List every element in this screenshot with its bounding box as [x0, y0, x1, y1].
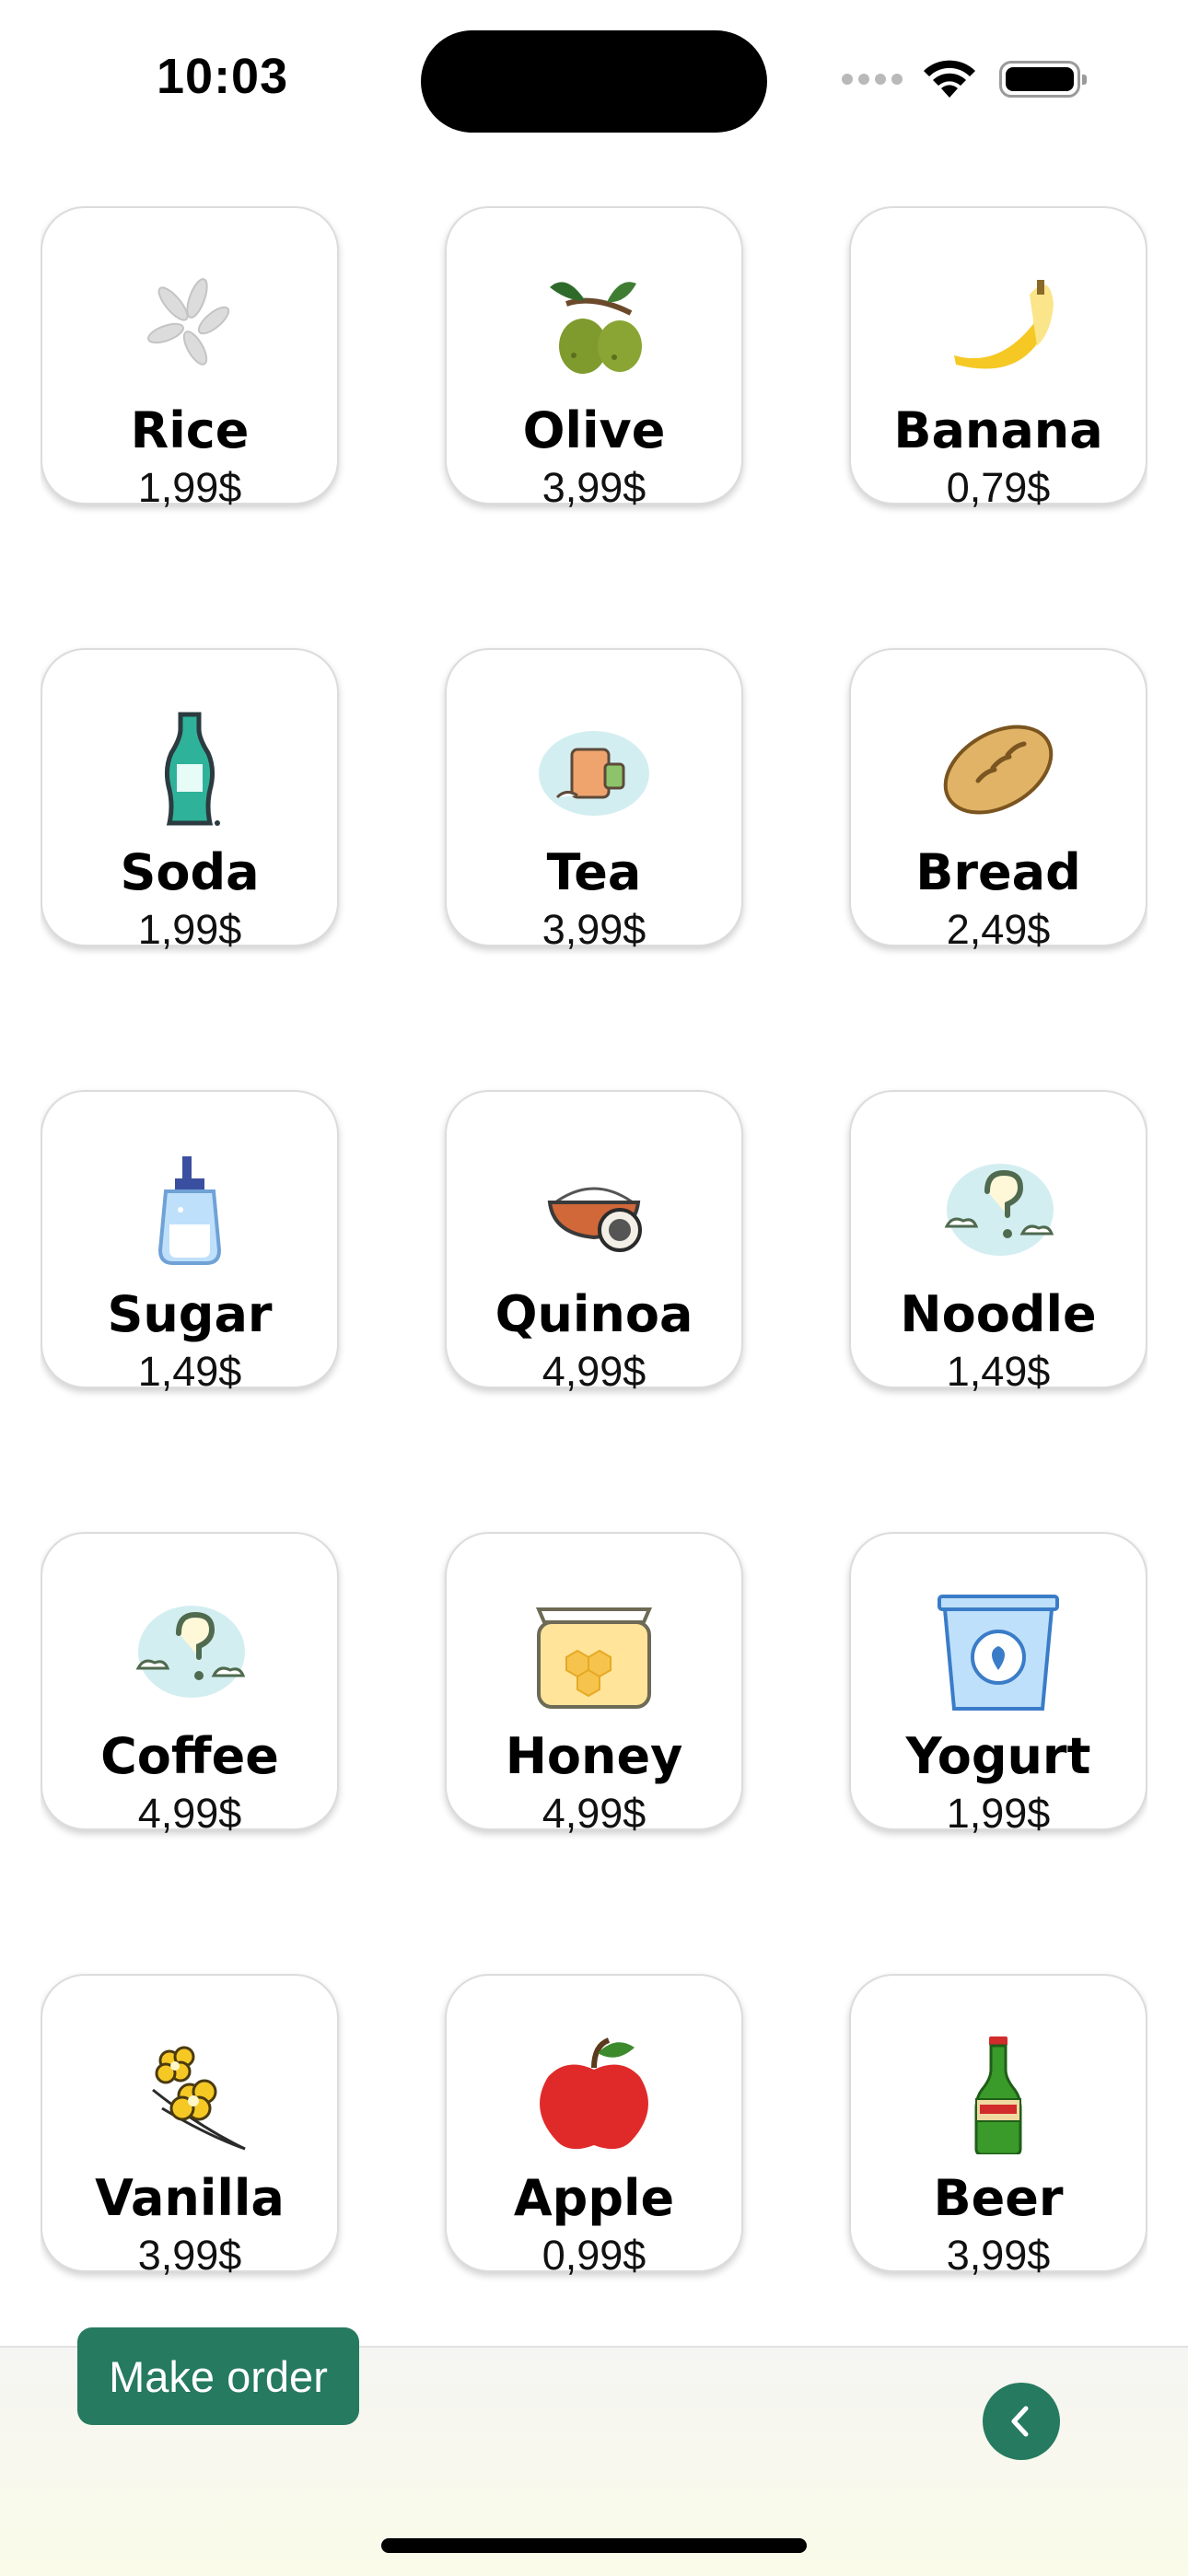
vanilla-flower-icon: [125, 2035, 254, 2154]
product-price: 1,49$: [137, 1348, 242, 1395]
banana-icon: [934, 267, 1063, 387]
product-name: Rice: [130, 401, 250, 459]
sugar-dispenser-icon: [125, 1151, 254, 1271]
apple-icon: [530, 2035, 658, 2154]
honey-jar-icon: [530, 1593, 658, 1712]
yogurt-cup-icon: [934, 1593, 1063, 1712]
product-name: Bread: [915, 843, 1081, 901]
status-time: 10:03: [157, 49, 289, 104]
product-card-olive[interactable]: Olive 3,99$: [445, 206, 743, 511]
product-card-coffee[interactable]: Coffee 4,99$: [41, 1532, 339, 1837]
battery-icon: [999, 61, 1087, 98]
product-card-vanilla[interactable]: Vanilla 3,99$: [41, 1974, 339, 2279]
product-card-beer[interactable]: Beer 3,99$: [849, 1974, 1147, 2279]
product-card-banana[interactable]: Banana 0,79$: [849, 206, 1147, 511]
product-name: Soda: [120, 843, 260, 901]
product-price: 2,49$: [946, 906, 1051, 953]
product-price: 3,99$: [137, 2232, 242, 2279]
product-card-bread[interactable]: Bread 2,49$: [849, 648, 1147, 953]
product-price: 0,99$: [542, 2232, 646, 2279]
product-price: 3,99$: [542, 906, 646, 953]
product-price: 3,99$: [946, 2232, 1051, 2279]
make-order-button[interactable]: Make order: [77, 2327, 359, 2425]
product-name: Honey: [505, 1727, 683, 1785]
product-price: 1,99$: [137, 464, 242, 511]
product-price: 1,99$: [946, 1790, 1051, 1837]
product-price: 0,79$: [946, 464, 1051, 511]
tea-bag-icon: [530, 709, 658, 829]
chevron-left-icon: [1011, 2406, 1029, 2437]
product-name: Yogurt: [905, 1727, 1091, 1785]
product-card-quinoa[interactable]: Quinoa 4,99$: [445, 1090, 743, 1395]
product-name: Olive: [522, 401, 666, 459]
product-card-honey[interactable]: Honey 4,99$: [445, 1532, 743, 1837]
product-card-tea[interactable]: Tea 3,99$: [445, 648, 743, 953]
product-price: 1,49$: [946, 1348, 1051, 1395]
bread-icon: [934, 709, 1063, 829]
product-name: Beer: [933, 2169, 1064, 2227]
home-indicator: [381, 2538, 807, 2553]
product-name: Noodle: [900, 1285, 1097, 1343]
product-price: 1,99$: [137, 906, 242, 953]
question-cloud-icon: [934, 1151, 1063, 1271]
product-price: 4,99$: [542, 1790, 646, 1837]
beer-bottle-icon: [934, 2035, 1063, 2154]
product-name: Apple: [513, 2169, 675, 2227]
product-name: Vanilla: [95, 2169, 285, 2227]
olive-icon: [530, 267, 658, 387]
product-card-noodle[interactable]: Noodle 1,49$: [849, 1090, 1147, 1395]
product-grid: Rice 1,99$ Olive 3,99$ Banana 0,79$ Soda 1,99$ T…: [41, 206, 1147, 2351]
product-card-yogurt[interactable]: Yogurt 1,99$: [849, 1532, 1147, 1837]
product-price: 4,99$: [542, 1348, 646, 1395]
product-price: 3,99$: [542, 464, 646, 511]
back-button[interactable]: [983, 2383, 1060, 2460]
product-name: Coffee: [100, 1727, 279, 1785]
soda-bottle-icon: [125, 709, 254, 829]
cellular-signal-icon: [842, 74, 904, 85]
quinoa-bowl-icon: [530, 1151, 658, 1271]
product-card-sugar[interactable]: Sugar 1,49$: [41, 1090, 339, 1395]
wifi-icon: [924, 60, 975, 98]
product-name: Tea: [546, 843, 642, 901]
product-price: 4,99$: [137, 1790, 242, 1837]
product-card-rice[interactable]: Rice 1,99$: [41, 206, 339, 511]
rice-icon: [125, 267, 254, 387]
question-cloud-icon: [125, 1593, 254, 1712]
dynamic-island: [421, 30, 767, 133]
status-bar: 10:03: [0, 0, 1188, 138]
product-card-apple[interactable]: Apple 0,99$: [445, 1974, 743, 2279]
product-name: Banana: [893, 401, 1103, 459]
product-card-soda[interactable]: Soda 1,99$: [41, 648, 339, 953]
product-name: Quinoa: [495, 1285, 693, 1343]
product-name: Sugar: [107, 1285, 273, 1343]
